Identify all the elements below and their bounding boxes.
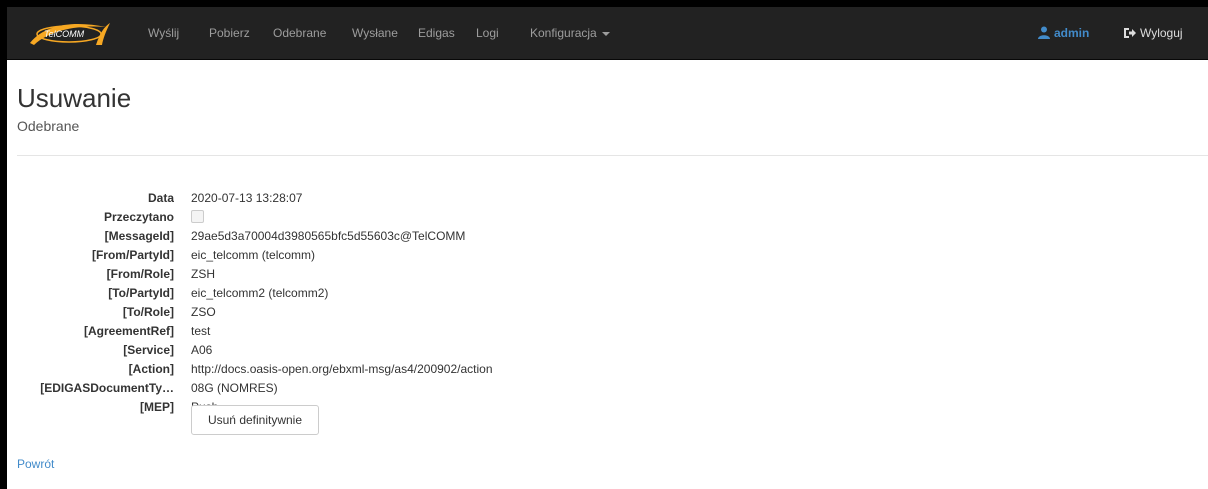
- detail-value: http://docs.oasis-open.org/ebxml-msg/as4…: [191, 362, 493, 376]
- detail-label: [From/Role]: [106, 267, 174, 281]
- back-link[interactable]: Powrót: [17, 457, 54, 471]
- nav-item-logi[interactable]: Logi: [476, 7, 499, 59]
- navbar: TelCOMM Wyślij Pobierz Odebrane Wysłane …: [7, 7, 1208, 60]
- user-label: admin: [1054, 26, 1090, 40]
- detail-row-edigasdocumenttype: [EDIGASDocumentTy… 08G (NOMRES): [7, 379, 707, 398]
- nav-item-pobierz[interactable]: Pobierz: [209, 7, 250, 59]
- detail-label: Data: [147, 191, 174, 205]
- brand-text: TelCOMM: [44, 29, 85, 39]
- detail-row-agreementref: [AgreementRef] test: [7, 322, 707, 341]
- detail-row-from-partyid: [From/PartyId] eic_telcomm (telcomm): [7, 246, 707, 265]
- detail-value: eic_telcomm2 (telcomm2): [191, 286, 329, 300]
- detail-value: [191, 208, 204, 227]
- detail-row-action: [Action] http://docs.oasis-open.org/ebxml…: [7, 360, 707, 379]
- delete-permanently-button[interactable]: Usuń definitywnie: [191, 405, 319, 435]
- detail-row-przeczytano: Przeczytano: [7, 208, 707, 227]
- detail-value: ZSH: [191, 267, 215, 281]
- detail-row-messageid: [MessageId] 29ae5d3a70004d3980565bfc5d556…: [7, 227, 707, 246]
- detail-value: 29ae5d3a70004d3980565bfc5d55603c@TelCOMM: [191, 229, 466, 243]
- caret-down-icon: [601, 31, 610, 36]
- telcomm-logo[interactable]: TelCOMM: [26, 19, 112, 47]
- detail-value: A06: [191, 343, 213, 357]
- nav-item-wyslij[interactable]: Wyślij: [148, 7, 179, 59]
- detail-value: eic_telcomm (telcomm): [191, 248, 316, 262]
- detail-label: [To/Role]: [122, 305, 174, 319]
- detail-value: ZSO: [191, 305, 216, 319]
- detail-row-from-role: [From/Role] ZSH: [7, 265, 707, 284]
- detail-row-to-partyid: [To/PartyId] eic_telcomm2 (telcomm2): [7, 284, 707, 303]
- details-list: Data 2020-07-13 13:28:07 Przeczytano [Mes…: [7, 189, 707, 417]
- detail-label: [Service]: [123, 343, 174, 357]
- user-icon: [1038, 26, 1050, 39]
- detail-value: test: [191, 324, 211, 338]
- detail-label: [MEP]: [140, 400, 174, 414]
- app-frame: TelCOMM Wyślij Pobierz Odebrane Wysłane …: [7, 7, 1208, 489]
- detail-label: [AgreementRef]: [83, 324, 174, 338]
- detail-label: [To/PartyId]: [108, 286, 174, 300]
- detail-row-data: Data 2020-07-13 13:28:07: [7, 189, 707, 208]
- user-menu-admin[interactable]: admin: [1038, 7, 1089, 59]
- nav-dropdown-konfiguracja[interactable]: Konfiguracja: [530, 7, 610, 59]
- nav-item-edigas[interactable]: Edigas: [418, 7, 455, 59]
- detail-label: [MessageId]: [104, 229, 174, 243]
- logout-label: Wyloguj: [1140, 26, 1183, 40]
- detail-label: Przeczytano: [103, 210, 174, 224]
- page-subtitle: Odebrane: [17, 118, 80, 134]
- page-title: Usuwanie: [17, 83, 132, 113]
- detail-label: [From/PartyId]: [91, 248, 174, 262]
- detail-label: [Action]: [128, 362, 174, 376]
- detail-row-service: [Service] A06: [7, 341, 707, 360]
- read-checkbox: [191, 210, 204, 223]
- logout-link[interactable]: Wyloguj: [1123, 7, 1183, 59]
- detail-value: 2020-07-13 13:28:07: [191, 191, 303, 205]
- dropdown-label: Konfiguracja: [530, 26, 597, 40]
- nav-item-wyslane[interactable]: Wysłane: [352, 7, 398, 59]
- nav-item-odebrane[interactable]: Odebrane: [273, 7, 326, 59]
- logout-icon: [1124, 28, 1136, 38]
- detail-label: [EDIGASDocumentTy…: [40, 381, 174, 395]
- detail-value: 08G (NOMRES): [191, 381, 278, 395]
- detail-row-to-role: [To/Role] ZSO: [7, 303, 707, 322]
- divider: [17, 155, 1208, 156]
- detail-row-mep: [MEP]Push: [7, 398, 707, 417]
